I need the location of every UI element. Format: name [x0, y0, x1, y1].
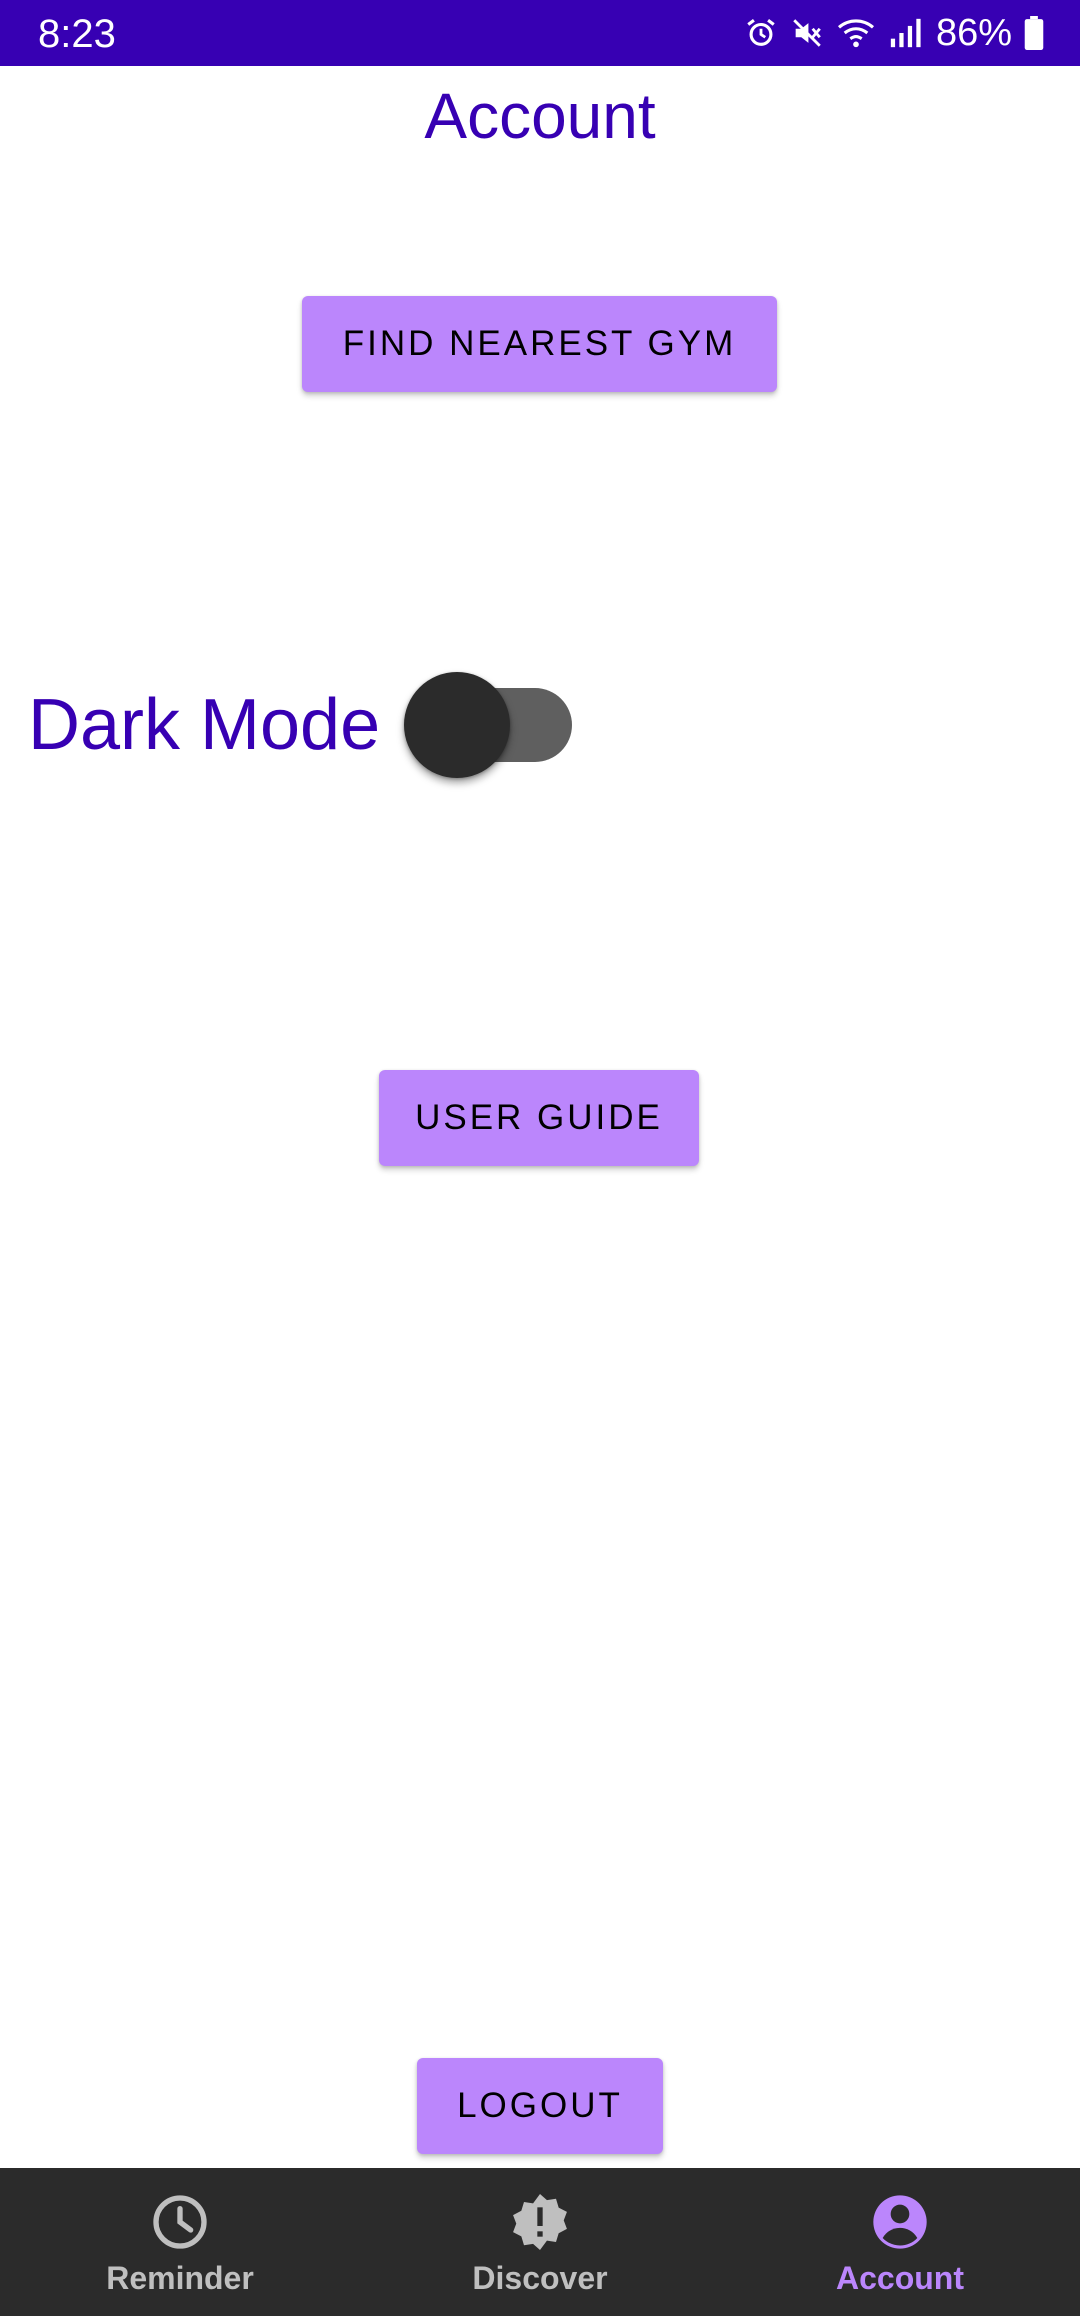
nav-label-discover: Discover	[472, 2260, 608, 2296]
logout-label: LOGOUT	[457, 2086, 623, 2125]
alert-badge-icon	[513, 2194, 567, 2250]
wifi-icon	[837, 19, 874, 48]
battery-percentage: 86%	[935, 12, 1012, 54]
bottom-navigation: Reminder Discover Account	[0, 2168, 1080, 2316]
toggle-thumb	[404, 672, 510, 778]
alarm-icon	[747, 19, 775, 46]
dark-mode-label: Dark Mode	[28, 685, 381, 765]
account-circle-icon	[873, 2195, 927, 2249]
user-guide-label: USER GUIDE	[415, 1098, 663, 1137]
find-nearest-gym-label: FIND NEAREST GYM	[342, 324, 737, 363]
status-icons: 86%	[744, 10, 1044, 56]
nav-label-account: Account	[836, 2260, 964, 2296]
signal-icon	[890, 18, 921, 48]
mute-icon	[793, 19, 821, 47]
logout-button[interactable]: LOGOUT	[417, 2058, 663, 2154]
find-nearest-gym-button[interactable]: FIND NEAREST GYM	[302, 296, 777, 392]
status-time: 8:23	[38, 12, 116, 56]
battery-icon	[1024, 16, 1044, 50]
dark-mode-toggle[interactable]	[404, 672, 572, 778]
status-bar: 8:23 86%	[0, 0, 1080, 66]
page-title: Account	[424, 80, 656, 152]
user-guide-button[interactable]: USER GUIDE	[379, 1070, 699, 1166]
clock-icon	[153, 2195, 207, 2249]
nav-item-reminder[interactable]: Reminder	[0, 2168, 360, 2316]
nav-label-reminder: Reminder	[106, 2260, 254, 2296]
account-screen: 8:23 86% Account FIND NEAREST GYM Dark M…	[0, 0, 1080, 2316]
nav-item-account[interactable]: Account	[720, 2168, 1080, 2316]
nav-item-discover[interactable]: Discover	[360, 2168, 720, 2316]
